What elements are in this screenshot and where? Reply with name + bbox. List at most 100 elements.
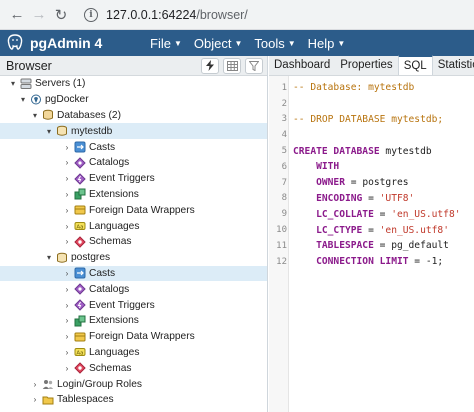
extensions-icon bbox=[74, 188, 86, 200]
collapsed-toggle-icon[interactable]: › bbox=[62, 285, 72, 294]
database-icon bbox=[56, 125, 68, 137]
sql-token: -- DROP DATABASE mytestdb; bbox=[293, 113, 444, 125]
sql-token: 'UTF8' bbox=[379, 192, 415, 204]
tree-node[interactable]: › Event Triggers bbox=[0, 171, 267, 187]
site-info-icon[interactable]: i bbox=[84, 7, 98, 22]
query-tool-icon[interactable] bbox=[201, 57, 219, 74]
tree-node[interactable]: ▾ postgres bbox=[0, 250, 267, 266]
collapsed-toggle-icon[interactable]: › bbox=[30, 395, 40, 404]
tree-node[interactable]: › Event Triggers bbox=[0, 297, 267, 313]
tree-node[interactable]: › Schemas bbox=[0, 360, 267, 376]
sql-code: CONNECTION LIMIT = -1; bbox=[293, 256, 443, 267]
tree-node[interactable]: › Tablespaces bbox=[0, 392, 267, 408]
collapsed-toggle-icon[interactable]: › bbox=[62, 206, 72, 215]
line-number: 3 bbox=[281, 114, 287, 125]
view-data-icon[interactable] bbox=[223, 57, 241, 74]
line-number: 7 bbox=[281, 177, 287, 188]
sql-code: LC_CTYPE = 'en_US.utf8' bbox=[293, 225, 449, 236]
pgadmin-logo-icon bbox=[4, 32, 26, 54]
collapsed-toggle-icon[interactable]: › bbox=[62, 158, 72, 167]
schemas-icon bbox=[74, 362, 86, 374]
expanded-toggle-icon[interactable]: ▾ bbox=[30, 111, 40, 120]
tree-node-label: Servers (1) bbox=[35, 78, 86, 90]
line-number: 1 bbox=[281, 82, 287, 93]
tree-node[interactable]: › Aa Languages bbox=[0, 345, 267, 361]
collapsed-toggle-icon[interactable]: › bbox=[62, 269, 72, 278]
languages-icon: Aa bbox=[74, 346, 86, 358]
browser-panel-title: Browser bbox=[6, 58, 52, 73]
collapsed-toggle-icon[interactable]: › bbox=[62, 222, 72, 231]
collapsed-toggle-icon[interactable]: › bbox=[62, 301, 72, 310]
menu-tools[interactable]: Tools ▼ bbox=[248, 36, 301, 51]
menu-object[interactable]: Object ▼ bbox=[188, 36, 249, 51]
address-bar[interactable]: i 127.0.0.1:64224/browser/ bbox=[78, 4, 258, 26]
sql-token: LC_CTYPE bbox=[293, 224, 369, 236]
menu-file[interactable]: File ▼ bbox=[144, 36, 188, 51]
tree-node[interactable]: ▾ mytestdb bbox=[0, 123, 267, 140]
sql-token: ENCODING bbox=[293, 192, 369, 204]
collapsed-toggle-icon[interactable]: › bbox=[62, 143, 72, 152]
tab-statistics[interactable]: Statistics bbox=[433, 55, 474, 75]
line-number: 5 bbox=[281, 146, 287, 157]
tree-node[interactable]: ▾ Databases (2) bbox=[0, 108, 267, 124]
tree-node[interactable]: › Extensions bbox=[0, 313, 267, 329]
tree-node-label: Languages bbox=[89, 346, 140, 358]
collapsed-toggle-icon[interactable]: › bbox=[62, 316, 72, 325]
tree-node-label: Databases (2) bbox=[57, 109, 121, 121]
tree-node-label: mytestdb bbox=[71, 125, 113, 137]
tree-node[interactable]: › Foreign Data Wrappers bbox=[0, 329, 267, 345]
content-tabs: Dashboard Properties SQL Statistics bbox=[269, 55, 474, 76]
back-icon[interactable]: ← bbox=[6, 4, 28, 26]
sql-code: LC_COLLATE = 'en_US.utf8' bbox=[293, 209, 460, 220]
collapsed-toggle-icon[interactable]: › bbox=[62, 237, 72, 246]
collapsed-toggle-icon[interactable]: › bbox=[30, 380, 40, 389]
sql-token: = -1; bbox=[414, 256, 444, 268]
tree-node-label: Schemas bbox=[89, 362, 132, 374]
sql-line: 12 CONNECTION LIMIT = -1; bbox=[269, 254, 443, 270]
tree-node[interactable]: ▾ pgDocker bbox=[0, 92, 267, 108]
tree-node[interactable]: › Schemas bbox=[0, 234, 267, 250]
tree-node-label: Foreign Data Wrappers bbox=[89, 331, 195, 343]
sql-token: CREATE DATABASE bbox=[293, 145, 386, 157]
tree-node[interactable]: ▾ Servers (1) bbox=[0, 76, 267, 92]
sql-code: -- DROP DATABASE mytestdb; bbox=[293, 114, 443, 125]
app-brand: pgAdmin 4 bbox=[30, 35, 103, 51]
collapsed-toggle-icon[interactable]: › bbox=[62, 174, 72, 183]
collapsed-toggle-icon[interactable]: › bbox=[62, 190, 72, 199]
filter-icon[interactable] bbox=[245, 57, 263, 74]
reload-icon[interactable]: ↻ bbox=[50, 4, 72, 26]
extensions-icon bbox=[74, 315, 86, 327]
collapsed-toggle-icon[interactable]: › bbox=[62, 348, 72, 357]
sql-token: mytestdb bbox=[385, 145, 432, 157]
tree-node[interactable]: › Login/Group Roles bbox=[0, 376, 267, 392]
database-icon bbox=[56, 252, 68, 264]
collapsed-toggle-icon[interactable]: › bbox=[62, 364, 72, 373]
expanded-toggle-icon[interactable]: ▾ bbox=[44, 127, 54, 136]
line-number: 11 bbox=[276, 240, 287, 251]
main-menu: File ▼ Object ▼ Tools ▼ Help ▼ bbox=[144, 36, 351, 51]
sql-token: = postgres bbox=[350, 177, 409, 189]
tree-node[interactable]: › Foreign Data Wrappers bbox=[0, 202, 267, 218]
expanded-toggle-icon[interactable]: ▾ bbox=[18, 95, 28, 104]
tab-sql[interactable]: SQL bbox=[397, 55, 433, 75]
collapsed-toggle-icon[interactable]: › bbox=[62, 332, 72, 341]
sql-token: CONNECTION LIMIT bbox=[293, 256, 415, 268]
forward-icon[interactable]: → bbox=[28, 4, 50, 26]
sql-token: 'en_US.utf8' bbox=[379, 224, 449, 236]
tree-node[interactable]: › Extensions bbox=[0, 187, 267, 203]
event-triggers-icon bbox=[74, 299, 86, 311]
tree-node[interactable]: › Casts bbox=[0, 265, 267, 282]
expanded-toggle-icon[interactable]: ▾ bbox=[44, 253, 54, 262]
sql-code: WITH bbox=[293, 161, 339, 172]
tree-node[interactable]: › Catalogs bbox=[0, 155, 267, 171]
tab-dashboard[interactable]: Dashboard bbox=[269, 55, 335, 75]
tree-node-label: Casts bbox=[89, 267, 116, 279]
menu-help[interactable]: Help ▼ bbox=[302, 36, 352, 51]
tab-properties[interactable]: Properties bbox=[335, 55, 397, 75]
roles-icon bbox=[42, 378, 54, 390]
tree-node[interactable]: › Catalogs bbox=[0, 281, 267, 297]
expanded-toggle-icon[interactable]: ▾ bbox=[8, 79, 18, 88]
line-number: 12 bbox=[276, 256, 287, 267]
tree-node[interactable]: › Aa Languages bbox=[0, 218, 267, 234]
tree-node[interactable]: › Casts bbox=[0, 139, 267, 155]
